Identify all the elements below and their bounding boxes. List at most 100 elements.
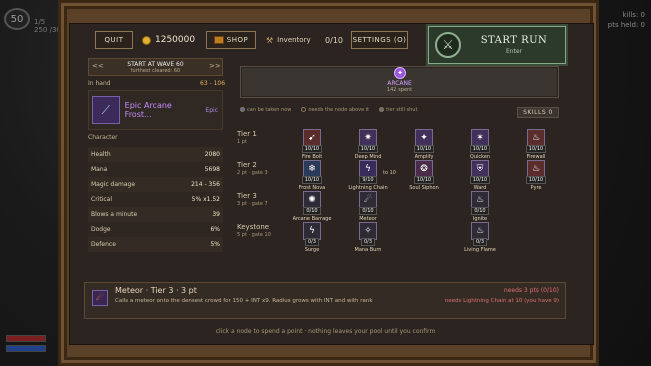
legend-dot-icon bbox=[301, 107, 307, 112]
tier-sub: 5 pt · gate 10 bbox=[237, 232, 271, 238]
tier-1: Tier 11 pt bbox=[237, 130, 257, 145]
stat-value: 39 bbox=[212, 211, 220, 218]
stat-value: 2080 bbox=[204, 151, 220, 158]
tier-name: Tier 1 bbox=[237, 130, 257, 138]
tier-3: Tier 33 pt · gate 7 bbox=[237, 192, 268, 207]
stat-value: 5698 bbox=[204, 166, 220, 173]
node-name: Surge bbox=[304, 247, 320, 253]
tier-name: Tier 2 bbox=[237, 161, 257, 169]
stat-label: Health bbox=[91, 151, 111, 158]
stat-value: 214 - 356 bbox=[191, 181, 220, 188]
node-rank: 0/3 bbox=[472, 238, 488, 246]
skill-node-soul-siphon[interactable]: ❂ 10/10 Soul Siphon bbox=[398, 160, 450, 202]
skill-node-mana-burn[interactable]: ✧ 0/3 Mana Burn bbox=[342, 222, 394, 264]
mana-bar bbox=[6, 345, 46, 352]
wave-subtitle: furthest cleared: 60 bbox=[130, 68, 181, 74]
coin-balance: 1250000 bbox=[142, 31, 202, 49]
stat-row: Defence 5% bbox=[88, 237, 223, 252]
stat-row: Blows a minute 39 bbox=[88, 207, 223, 222]
quit-button[interactable]: QUIT bbox=[95, 31, 133, 49]
stat-label: Dodge bbox=[91, 226, 111, 233]
skill-detail-title: Meteor · Tier 3 · 3 pt bbox=[115, 286, 197, 295]
stat-label: Magic damage bbox=[91, 181, 136, 188]
node-rank: 0/10 bbox=[359, 207, 377, 215]
stats-table: Health 2080 Mana 5698 Magic damage 214 - 35… bbox=[88, 147, 223, 252]
stat-label: Critical bbox=[91, 196, 112, 203]
skill-detail-cost: needs 3 pts (0/10) bbox=[503, 287, 559, 294]
bg-left-readout: 1/5 250 /30 bbox=[34, 18, 61, 34]
skill-node-surge[interactable]: ϟ 0/3 Surge bbox=[286, 222, 338, 264]
staff-icon: ⟋ bbox=[92, 96, 120, 124]
stat-label: Mana bbox=[91, 166, 108, 173]
stat-row: Magic damage 214 - 356 bbox=[88, 177, 223, 192]
legend-dot-icon bbox=[240, 107, 245, 112]
start-run-label: START RUN bbox=[480, 35, 548, 46]
legend-text: needs the node above it bbox=[308, 107, 370, 113]
inventory-button[interactable]: ⚒ Inventory 0/10 bbox=[266, 31, 343, 49]
character-label: Character bbox=[88, 134, 118, 141]
legend-dot-icon bbox=[379, 107, 385, 112]
node-rank: 0/3 bbox=[360, 238, 376, 246]
start-run-hotkey: Enter bbox=[505, 48, 523, 55]
school-spent: 142 spent bbox=[386, 87, 413, 93]
coin-value: 1250000 bbox=[155, 35, 196, 45]
start-run-button[interactable]: ⚔ START RUN Enter bbox=[428, 26, 566, 64]
wave-prev-button[interactable]: << bbox=[92, 62, 104, 72]
coin-icon bbox=[142, 35, 151, 45]
skill-node-pyre[interactable]: ♨ 10/10 Pyre bbox=[510, 160, 562, 202]
wave-title: START AT WAVE 60 bbox=[127, 61, 184, 68]
inventory-label: Inventory bbox=[277, 36, 311, 44]
weapon-damage: 63 - 106 bbox=[200, 80, 226, 87]
node-rank: 10/10 bbox=[413, 145, 435, 153]
level-badge: 50 bbox=[4, 8, 30, 30]
stat-row: Mana 5698 bbox=[88, 162, 223, 177]
node-name: Living Flame bbox=[464, 247, 496, 253]
chest-icon bbox=[213, 36, 224, 44]
tier-name: Keystone bbox=[237, 223, 270, 231]
health-bar bbox=[6, 335, 46, 342]
wave-selector: << START AT WAVE 60 furthest cleared: 60… bbox=[88, 58, 223, 76]
node-rank: 10/10 bbox=[301, 145, 323, 153]
stat-value: 6% bbox=[210, 226, 220, 233]
node-rank: 10/10 bbox=[357, 145, 379, 153]
meteor-icon: ☄ bbox=[92, 290, 108, 306]
node-name: Mana Burn bbox=[354, 247, 382, 253]
node-rank: 0/10 bbox=[303, 207, 321, 215]
weapon-name: Epic Arcane Frost... bbox=[124, 101, 172, 119]
legend-text: can be taken now bbox=[247, 107, 292, 113]
wave-next-button[interactable]: >> bbox=[209, 62, 221, 72]
shop-button[interactable]: SHOP bbox=[206, 31, 256, 49]
tree-legend: can be taken now needs the node above it… bbox=[240, 107, 417, 113]
backpack-icon: ⚒ bbox=[266, 35, 274, 45]
node-name: Soul Siphon bbox=[409, 185, 439, 191]
in-hand-label: In hand bbox=[88, 80, 111, 87]
stat-label: Blows a minute bbox=[91, 211, 138, 218]
node-rank: 0/3 bbox=[304, 238, 320, 246]
stat-row: Critical 5% x1.52 bbox=[88, 192, 223, 207]
bg-left-line: 250 /30 bbox=[34, 26, 61, 34]
skill-node-living-flame[interactable]: ♨ 0/3 Living Flame bbox=[454, 222, 506, 264]
skill-detail-requirement: needs Lightning Chain at 10 (you have 9) bbox=[444, 298, 559, 304]
inventory-count: 0/10 bbox=[325, 35, 343, 45]
bg-left-line: 1/5 bbox=[34, 18, 46, 26]
node-rank: 10/10 bbox=[525, 176, 547, 184]
arcane-icon: ✦ bbox=[394, 67, 406, 79]
swords-icon: ⚔ bbox=[435, 32, 461, 58]
points-held: pts held: 0 bbox=[607, 21, 645, 29]
equipped-weapon[interactable]: ⟋ Epic Arcane Frost... Epic bbox=[88, 90, 223, 130]
node-rank: 0/10 bbox=[471, 207, 489, 215]
school-name: ARCANE bbox=[387, 80, 412, 87]
stat-value: 5% bbox=[210, 241, 220, 248]
settings-button[interactable]: SETTINGS (O) bbox=[351, 31, 408, 49]
legend-text: tier still shut bbox=[386, 107, 418, 113]
tier-sub: 1 pt bbox=[237, 139, 247, 145]
weapon-rarity: Epic bbox=[205, 106, 218, 114]
tier-keystone: Keystone 5 pt · gate 10 bbox=[237, 223, 271, 238]
kills-counter: kills: 0 bbox=[622, 11, 645, 19]
node-rank: 10/10 bbox=[413, 176, 435, 184]
stat-row: Health 2080 bbox=[88, 147, 223, 162]
game-screen: 50 1/5 250 /30 kills: 0 pts held: 0 QUIT… bbox=[0, 0, 651, 366]
legend-item: tier still shut bbox=[379, 107, 417, 113]
node-rank: 10/10 bbox=[469, 145, 491, 153]
to-10-hint: to 10 bbox=[383, 170, 396, 176]
